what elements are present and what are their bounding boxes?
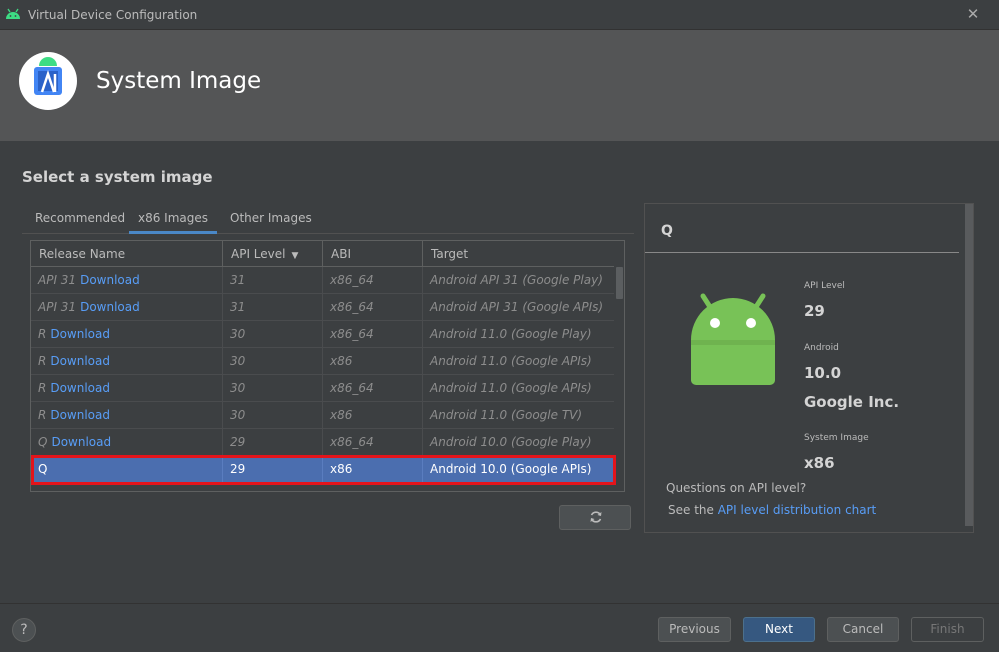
table-header: Release Name API Level ▼ ABI Target <box>31 241 614 267</box>
table-row[interactable]: API 31 Download 31 x86_64 Android API 31 … <box>31 267 614 294</box>
help-button[interactable]: ? <box>12 618 36 642</box>
system-image-table: Release Name API Level ▼ ABI Target API 3… <box>30 240 625 492</box>
window-title: Virtual Device Configuration <box>28 8 198 22</box>
refresh-icon <box>590 511 602 523</box>
table-row[interactable]: API 31 Download 31 x86_64 Android API 31 … <box>31 294 614 321</box>
download-link[interactable]: Download <box>80 300 140 314</box>
android-robot-icon <box>691 293 775 385</box>
table-row[interactable]: R Download 30 x86 Android 11.0 (Google TV… <box>31 402 614 429</box>
previous-button[interactable]: Previous <box>658 617 731 642</box>
vendor-value: Google Inc. <box>804 393 900 411</box>
divider <box>645 252 959 253</box>
download-link[interactable]: Download <box>50 408 110 422</box>
download-link[interactable]: Download <box>80 273 140 287</box>
page-title: System Image <box>96 68 262 94</box>
tab-other-images[interactable]: Other Images <box>230 203 320 234</box>
download-link[interactable]: Download <box>50 354 110 368</box>
cancel-button[interactable]: Cancel <box>827 617 899 642</box>
api-distribution-link[interactable]: API level distribution chart <box>718 503 877 517</box>
download-link[interactable]: Download <box>50 381 110 395</box>
table-row[interactable]: R Download 30 x86 Android 11.0 (Google AP… <box>31 348 614 375</box>
download-link[interactable]: Download <box>50 327 110 341</box>
finish-button[interactable]: Finish <box>911 617 984 642</box>
details-scrollbar[interactable] <box>963 204 973 526</box>
tab-recommended[interactable]: Recommended <box>35 203 125 234</box>
next-button[interactable]: Next <box>743 617 815 642</box>
tab-x86-images[interactable]: x86 Images <box>129 203 217 234</box>
android-label: Android <box>804 343 839 353</box>
table-row[interactable]: Q Download 29 x86_64 Android 10.0 (Google… <box>31 429 614 456</box>
column-header-abi[interactable]: ABI <box>323 241 423 267</box>
title-bar: Virtual Device Configuration ✕ <box>0 0 999 30</box>
system-image-value: x86 <box>804 454 835 472</box>
android-version-value: 10.0 <box>804 364 842 382</box>
close-icon[interactable]: ✕ <box>965 6 981 22</box>
table-row-selected[interactable]: Q 29 x86 Android 10.0 (Google APIs) <box>31 456 614 483</box>
column-header-target[interactable]: Target <box>423 241 614 267</box>
dialog-footer: ? Previous Next Cancel Finish <box>0 603 999 652</box>
section-title: Select a system image <box>22 168 213 186</box>
api-level-value: 29 <box>804 302 825 320</box>
download-link[interactable]: Download <box>51 435 111 449</box>
wizard-header: System Image <box>0 30 999 141</box>
table-scrollbar[interactable] <box>614 267 624 491</box>
column-header-release-name[interactable]: Release Name <box>31 241 223 267</box>
details-scrollbar-thumb[interactable] <box>965 204 973 526</box>
release-letter: Q <box>661 223 673 239</box>
api-level-label: API Level <box>804 281 845 291</box>
android-icon <box>6 8 20 19</box>
sort-descending-icon: ▼ <box>291 251 299 261</box>
image-details-panel: Q API Level 29 Android 10.0 Google Inc. … <box>644 203 974 533</box>
table-scrollbar-thumb[interactable] <box>616 267 623 299</box>
system-image-label: System Image <box>804 433 869 443</box>
refresh-button[interactable] <box>559 505 631 530</box>
image-tabs: Recommended x86 Images Other Images <box>22 203 634 234</box>
column-header-api-level[interactable]: API Level ▼ <box>223 241 323 267</box>
table-row[interactable]: R Download 30 x86_64 Android 11.0 (Google… <box>31 375 614 402</box>
android-studio-logo <box>19 52 77 110</box>
api-question: Questions on API level? <box>666 481 807 495</box>
table-row[interactable]: R Download 30 x86_64 Android 11.0 (Google… <box>31 321 614 348</box>
api-distribution-text: See the API level distribution chart <box>668 503 877 517</box>
